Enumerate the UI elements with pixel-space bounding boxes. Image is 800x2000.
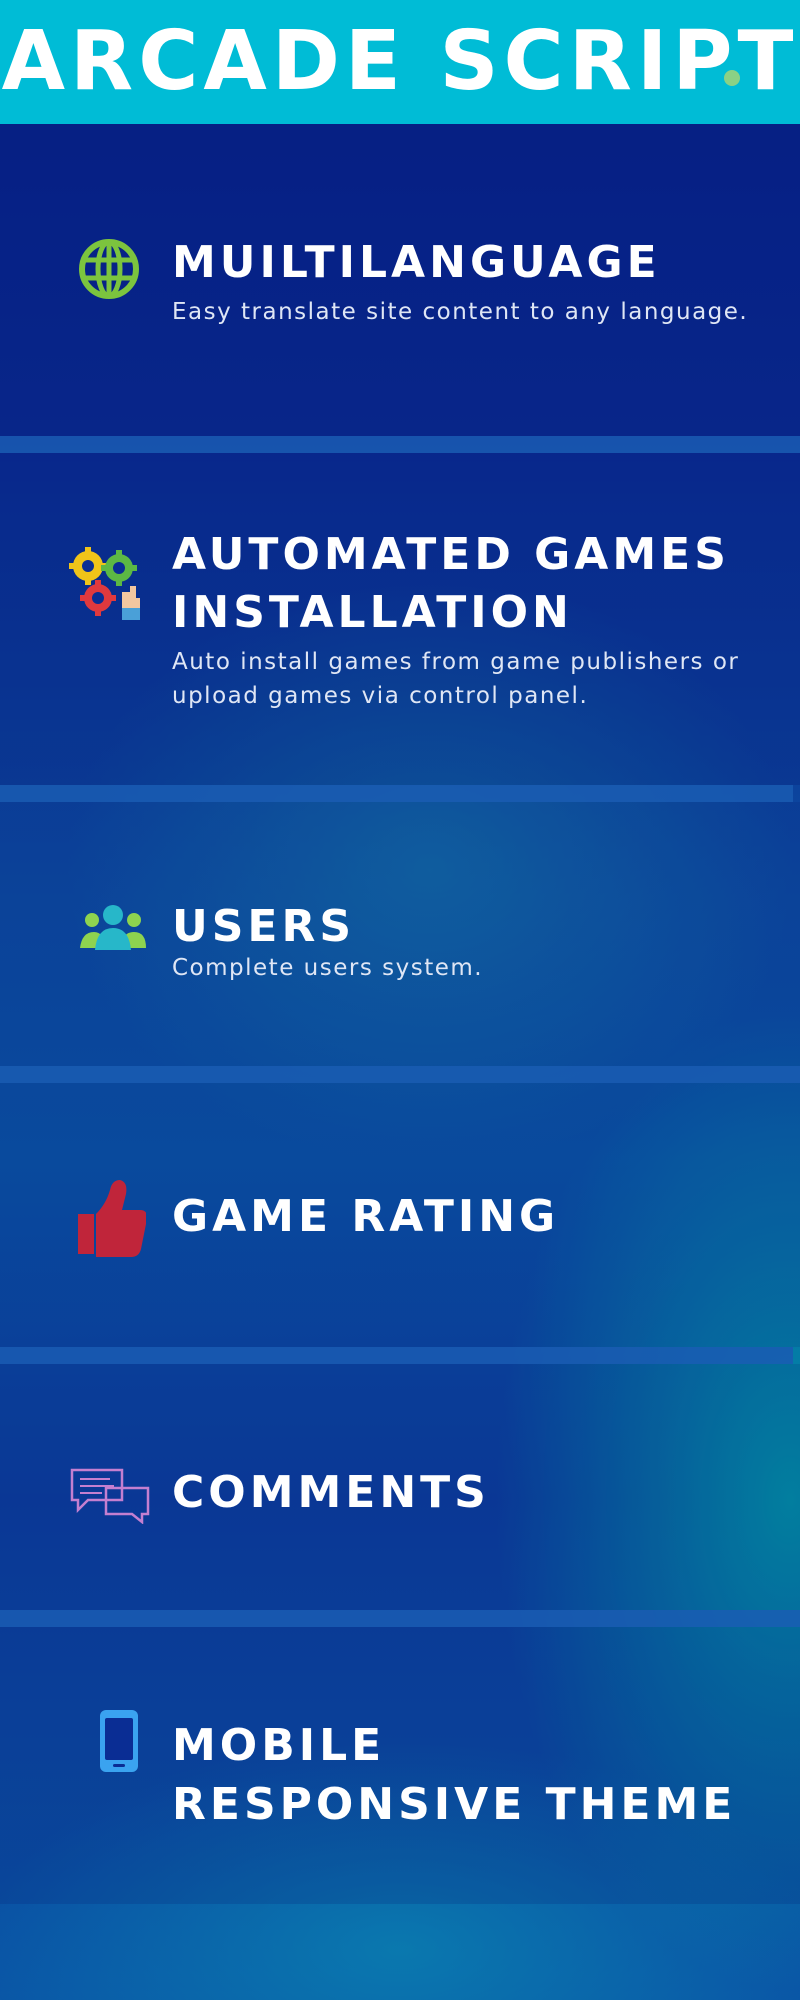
section-divider xyxy=(0,1610,800,1627)
section-divider xyxy=(0,1347,793,1364)
feature-title: MUILTILANGUAGE xyxy=(172,237,661,288)
header-banner: ARCADE SCRIPT xyxy=(0,0,800,124)
feature-title: USERS xyxy=(172,901,356,952)
feature-title: COMMENTS xyxy=(172,1467,490,1518)
feature-title-line2: RESPONSIVE THEME xyxy=(172,1779,737,1830)
section-divider xyxy=(0,1066,800,1083)
feature-description-line2: upload games via control panel. xyxy=(172,683,589,709)
thumbs-up-icon xyxy=(74,1178,148,1262)
section-divider xyxy=(0,785,793,802)
globe-icon xyxy=(78,238,140,304)
feature-description-line1: Auto install games from game publishers … xyxy=(172,649,740,675)
feature-description: Easy translate site content to any langu… xyxy=(172,299,749,325)
users-icon xyxy=(78,904,148,958)
feature-description: Complete users system. xyxy=(172,955,484,981)
mobile-phone-icon xyxy=(98,1708,140,1778)
feature-title: GAME RATING xyxy=(172,1191,560,1242)
section-divider xyxy=(0,436,800,453)
feature-title-line2: INSTALLATION xyxy=(172,587,573,638)
decorative-dot xyxy=(724,70,740,86)
page-title: ARCADE SCRIPT xyxy=(1,14,799,109)
feature-title-line1: MOBILE xyxy=(172,1720,386,1771)
gears-icon xyxy=(68,544,144,628)
feature-title-line1: AUTOMATED GAMES xyxy=(172,529,730,580)
chat-bubbles-icon xyxy=(70,1468,152,1528)
